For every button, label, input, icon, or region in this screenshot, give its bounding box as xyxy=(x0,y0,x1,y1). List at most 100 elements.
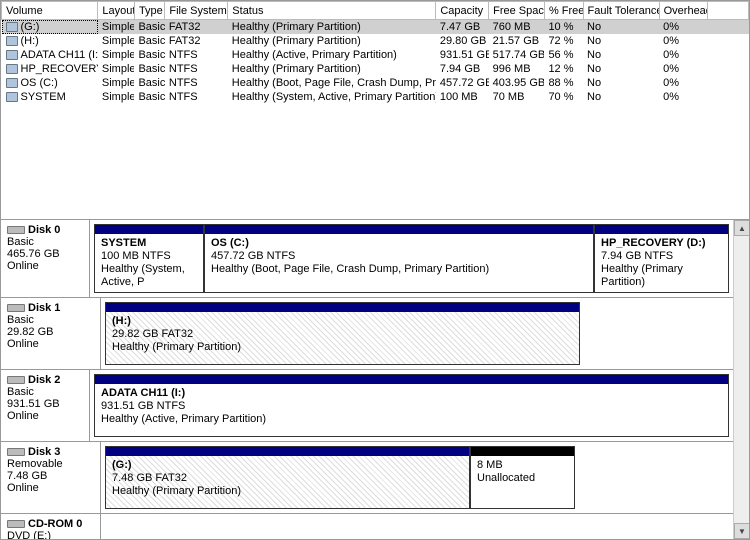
cell: Simple xyxy=(98,20,135,35)
disk-info[interactable]: Disk 0Basic465.76 GBOnline xyxy=(1,220,90,297)
column-header[interactable]: Type xyxy=(134,2,164,20)
column-header[interactable]: File System xyxy=(165,2,228,20)
disk-canvas: (H:)29.82 GB FAT32Healthy (Primary Parti… xyxy=(101,298,733,369)
column-header[interactable] xyxy=(708,2,749,20)
partition[interactable]: SYSTEM100 MB NTFSHealthy (System, Active… xyxy=(94,224,204,293)
column-header[interactable]: Volume xyxy=(2,2,98,20)
partition-sub: 7.94 GB NTFS xyxy=(601,250,673,262)
cell: 100 MB xyxy=(436,90,489,104)
partition-title: SYSTEM xyxy=(101,237,146,249)
cell: HP_RECOVERY (D:) xyxy=(2,62,98,76)
column-header[interactable]: Overhead xyxy=(659,2,708,20)
column-header[interactable]: Capacity xyxy=(436,2,489,20)
disk-row: Disk 1Basic29.82 GBOnline (H:)29.82 GB F… xyxy=(1,298,733,370)
cell: 56 % xyxy=(544,48,583,62)
disk-id: Disk 3 xyxy=(28,446,60,458)
partition-sub: 7.48 GB FAT32 xyxy=(112,472,187,484)
cell: FAT32 xyxy=(165,20,228,35)
volume-icon xyxy=(6,64,18,74)
disk-type: DVD (E:) xyxy=(7,530,51,540)
volume-row[interactable]: ADATA CH11 (I:)SimpleBasicNTFSHealthy (A… xyxy=(2,48,749,62)
column-header[interactable]: Free Space xyxy=(489,2,545,20)
partition[interactable]: (H:)29.82 GB FAT32Healthy (Primary Parti… xyxy=(105,302,580,365)
disk-canvas: SYSTEM100 MB NTFSHealthy (System, Active… xyxy=(90,220,733,297)
cell: 7.47 GB xyxy=(436,20,489,35)
disk-info[interactable]: Disk 2Basic931.51 GBOnline xyxy=(1,370,90,441)
partition[interactable]: 8 MBUnallocated xyxy=(470,446,575,509)
partition-sub: 29.82 GB FAT32 xyxy=(112,328,193,340)
cell: Healthy (Primary Partition) xyxy=(228,62,436,76)
disk-info[interactable]: Disk 3Removable7.48 GBOnline xyxy=(1,442,101,513)
volume-icon xyxy=(6,92,18,102)
column-header[interactable]: Fault Tolerance xyxy=(583,2,659,20)
vertical-scrollbar[interactable]: ▲ ▼ xyxy=(733,220,749,539)
partition[interactable]: ADATA CH11 (I:)931.51 GB NTFSHealthy (Ac… xyxy=(94,374,729,437)
partition-body: SYSTEM100 MB NTFSHealthy (System, Active… xyxy=(95,234,203,292)
cell: SYSTEM xyxy=(2,90,98,104)
cell xyxy=(708,90,749,104)
partition-sub: 8 MB xyxy=(477,459,503,471)
disk-state: Online xyxy=(7,260,39,272)
partition-bar xyxy=(595,225,728,234)
partition-body: (G:)7.48 GB FAT32Healthy (Primary Partit… xyxy=(106,456,469,508)
cell: Basic xyxy=(134,20,164,35)
disk-info[interactable]: CD-ROM 0DVD (E:) xyxy=(1,514,101,540)
partition-body: OS (C:)457.72 GB NTFSHealthy (Boot, Page… xyxy=(205,234,593,292)
disk-state: Online xyxy=(7,410,39,422)
cell: 0% xyxy=(659,90,708,104)
cell: Simple xyxy=(98,90,135,104)
column-header[interactable]: Layout xyxy=(98,2,135,20)
volume-table: VolumeLayoutTypeFile SystemStatusCapacit… xyxy=(1,1,749,104)
volume-row[interactable]: SYSTEMSimpleBasicNTFSHealthy (System, Ac… xyxy=(2,90,749,104)
disk-canvas: ADATA CH11 (I:)931.51 GB NTFSHealthy (Ac… xyxy=(90,370,733,441)
cell: Basic xyxy=(134,90,164,104)
cell: Healthy (Active, Primary Partition) xyxy=(228,48,436,62)
disk-icon xyxy=(7,448,25,456)
disk-id: CD-ROM 0 xyxy=(28,518,82,530)
partition-status: Healthy (Boot, Page File, Crash Dump, Pr… xyxy=(211,263,489,275)
partition[interactable]: (G:)7.48 GB FAT32Healthy (Primary Partit… xyxy=(105,446,470,509)
partition-title: (G:) xyxy=(112,459,132,471)
partition-title: OS (C:) xyxy=(211,237,249,249)
volume-list-pane[interactable]: VolumeLayoutTypeFile SystemStatusCapacit… xyxy=(0,0,750,220)
cell xyxy=(708,20,749,35)
cell: Healthy (Primary Partition) xyxy=(228,34,436,48)
cell: 72 % xyxy=(544,34,583,48)
disk-graphic-pane[interactable]: Disk 0Basic465.76 GBOnlineSYSTEM100 MB N… xyxy=(0,220,750,540)
volume-row[interactable]: (G:)SimpleBasicFAT32Healthy (Primary Par… xyxy=(2,20,749,35)
disk-id: Disk 1 xyxy=(28,302,60,314)
partition[interactable]: HP_RECOVERY (D:)7.94 GB NTFSHealthy (Pri… xyxy=(594,224,729,293)
cell: OS (C:) xyxy=(2,76,98,90)
cell: 21.57 GB xyxy=(489,34,545,48)
volume-row[interactable]: (H:)SimpleBasicFAT32Healthy (Primary Par… xyxy=(2,34,749,48)
cell: NTFS xyxy=(165,62,228,76)
column-header[interactable]: Status xyxy=(228,2,436,20)
scroll-down-button[interactable]: ▼ xyxy=(734,523,750,539)
cell: 403.95 GB xyxy=(489,76,545,90)
cell: 88 % xyxy=(544,76,583,90)
partition-body: HP_RECOVERY (D:)7.94 GB NTFSHealthy (Pri… xyxy=(595,234,728,292)
cell: Healthy (System, Active, Primary Partiti… xyxy=(228,90,436,104)
partition-sub: 100 MB NTFS xyxy=(101,250,171,262)
volume-row[interactable]: OS (C:)SimpleBasicNTFSHealthy (Boot, Pag… xyxy=(2,76,749,90)
disk-icon xyxy=(7,226,25,234)
partition-title: ADATA CH11 (I:) xyxy=(101,387,185,399)
disk-size: 29.82 GB xyxy=(7,326,53,338)
partition-bar xyxy=(95,375,728,384)
cell: 996 MB xyxy=(489,62,545,76)
cell: Simple xyxy=(98,34,135,48)
volume-row[interactable]: HP_RECOVERY (D:)SimpleBasicNTFSHealthy (… xyxy=(2,62,749,76)
column-header[interactable]: % Free xyxy=(544,2,583,20)
scroll-up-button[interactable]: ▲ xyxy=(734,220,750,236)
disk-canvas: (G:)7.48 GB FAT32Healthy (Primary Partit… xyxy=(101,442,733,513)
partition-status: Healthy (System, Active, P xyxy=(101,263,185,288)
cell xyxy=(708,34,749,48)
cell: ADATA CH11 (I:) xyxy=(2,48,98,62)
disk-info[interactable]: Disk 1Basic29.82 GBOnline xyxy=(1,298,101,369)
disk-row: Disk 0Basic465.76 GBOnlineSYSTEM100 MB N… xyxy=(1,220,733,298)
volume-icon xyxy=(6,36,18,46)
cell: NTFS xyxy=(165,76,228,90)
cell: 0% xyxy=(659,76,708,90)
partition[interactable]: OS (C:)457.72 GB NTFSHealthy (Boot, Page… xyxy=(204,224,594,293)
volume-icon xyxy=(6,78,18,88)
